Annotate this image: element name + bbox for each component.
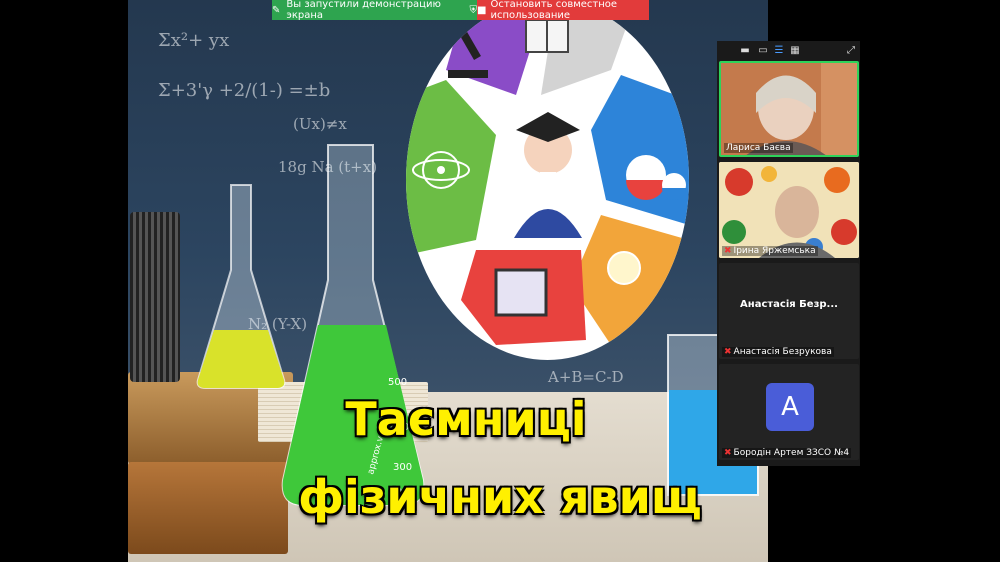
share-status-text: Вы запустили демонстрацию экрана — [286, 0, 441, 21]
chalk-formula: (Ux)≠x — [293, 115, 347, 133]
single-view-icon[interactable]: ▭ — [757, 45, 769, 57]
participant-name: ✖ Ірина Яржемська — [722, 246, 818, 256]
grid-view-icon[interactable]: ▦ — [789, 45, 801, 57]
shared-slide: Σ+3'γ +2/(1-) =±b 18g Na (t+x) N₂ (Y-X) … — [128, 0, 768, 562]
chalk-formula: A+B=C-D — [548, 368, 624, 386]
strip-view-icon[interactable]: ☰ — [773, 45, 785, 57]
stop-icon: ■ — [477, 4, 487, 16]
flask-mark: 500 — [388, 377, 407, 388]
chalk-formula: Σx²+ yx — [158, 30, 230, 51]
participant-tile[interactable]: Анастасія Безр... ✖ Анастасія Безрукова — [719, 263, 859, 359]
participant-tile[interactable]: Лариса Баєва — [719, 61, 859, 157]
green-flask: 500 400 300 200 approx.vol — [281, 144, 425, 506]
pencil-cup — [130, 212, 180, 382]
pin-icon: ✎ — [272, 4, 281, 16]
stop-share-button[interactable]: ■ Остановить совместное использование — [477, 0, 649, 21]
participant-name: ✖ Анастасія Безрукова — [722, 347, 834, 357]
chalk-formula: Σ+3'γ +2/(1-) =±b — [158, 80, 331, 101]
participant-name: Лариса Баєва — [724, 143, 793, 153]
mic-muted-icon: ✖ — [724, 246, 732, 256]
participants-panel: ▬ ▭ ☰ ▦ ⤢ Лариса Баєва ✖Ірина Яржемська — [717, 41, 860, 466]
yellow-flask — [196, 184, 286, 389]
participant-tile[interactable]: ✖ Ірина Яржемська — [719, 162, 859, 258]
participant-video — [719, 162, 859, 258]
mic-muted-icon: ✖ — [724, 347, 732, 357]
participant-name: ✖ Бородін Артем ЗЗСО №4 — [722, 448, 852, 458]
share-status-pill[interactable]: ✎ Вы запустили демонстрацию экрана ⛨ — [272, 0, 478, 21]
shield-icon: ⛨ — [469, 4, 478, 16]
expand-icon[interactable]: ⤢ — [845, 45, 857, 57]
panel-toolbar: ▬ ▭ ☰ ▦ ⤢ — [717, 41, 860, 61]
subjects-infographic — [406, 0, 689, 360]
participant-tile[interactable]: A ✖ Бородін Артем ЗЗСО №4 — [719, 364, 859, 460]
avatar: A — [766, 383, 814, 431]
screen-share-bar: ✎ Вы запустили демонстрацию экрана ⛨ ■ О… — [272, 0, 649, 21]
participant-center-name: Анастасія Безр... — [740, 299, 838, 310]
stop-share-label: Остановить совместное использование — [490, 0, 618, 21]
minimize-icon[interactable]: ▬ — [739, 45, 751, 57]
slide-title-line1: Таємниці — [345, 392, 587, 446]
slide-title-line2: фізичних явищ — [298, 470, 702, 524]
mic-muted-icon: ✖ — [724, 448, 732, 458]
